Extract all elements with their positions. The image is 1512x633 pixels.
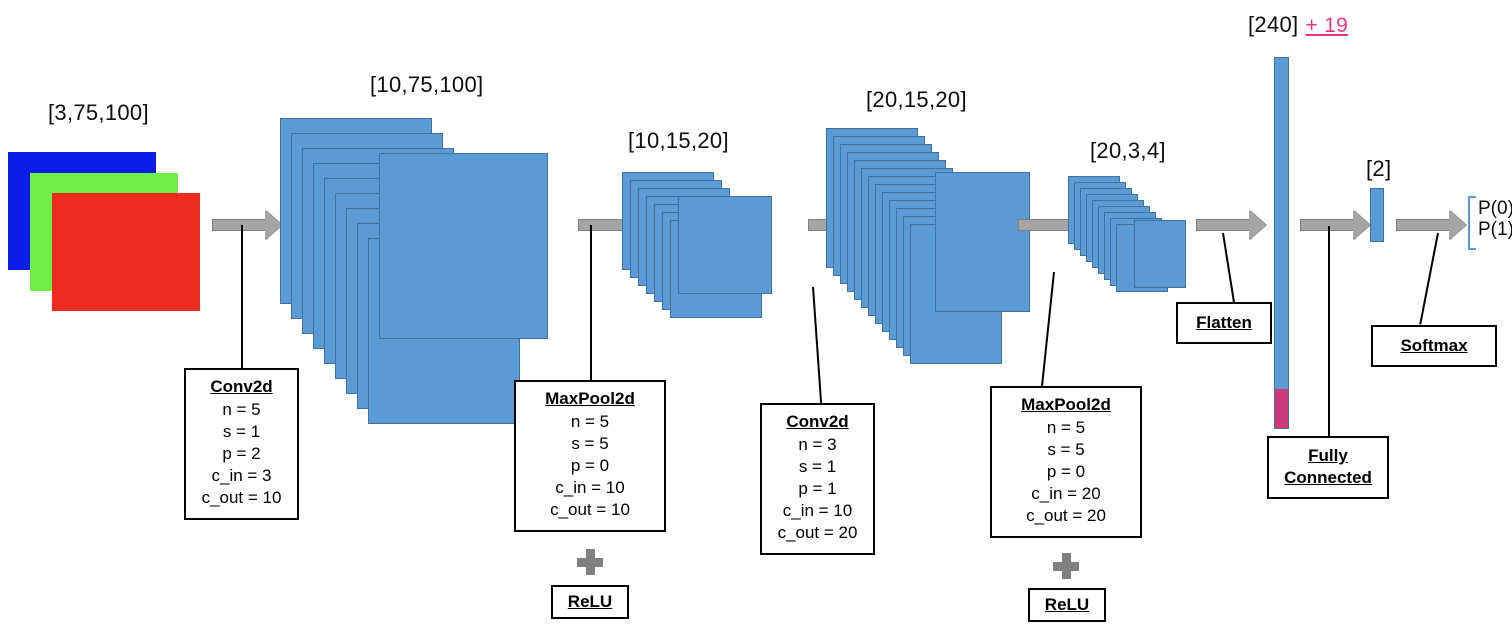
op-box-maxpool2d-2-title: MaxPool2d: [1021, 395, 1111, 414]
shape-label-fc-out: [2]: [1366, 158, 1391, 180]
op-box-maxpool2d-2-line-s: s = 5: [1047, 440, 1085, 460]
output-prob-1: P(1): [1478, 219, 1512, 241]
op-box-maxpool2d-1-line-p: p = 0: [570, 456, 610, 476]
op-box-fully-connected[interactable]: Fully Connected: [1267, 436, 1389, 500]
op-box-conv2d-2-line-cout: c_out = 20: [777, 523, 858, 543]
op-box-conv2d-1-title: Conv2d: [210, 377, 273, 396]
op-box-conv2d-1[interactable]: Conv2d n = 5 s = 1 p = 2 c_in = 3 c_out …: [184, 368, 299, 520]
output-probabilities: P(0) P(1): [1478, 198, 1512, 241]
op-box-conv2d-2-title: Conv2d: [786, 412, 849, 431]
flatten-vector-bar-main: [1275, 58, 1288, 391]
op-box-maxpool2d-2-line-p: p = 0: [1046, 462, 1086, 482]
op-box-relu-2-title: ReLU: [1044, 595, 1090, 614]
leader-line-maxpool2d-2: [1040, 271, 1055, 390]
arrow-fc-to-output: [1396, 210, 1466, 240]
shape-label-pool2-out-text: [20,3,4]: [1090, 138, 1166, 163]
op-box-conv2d-2[interactable]: Conv2d n = 3 s = 1 p = 1 c_in = 10 c_out…: [760, 403, 875, 555]
op-box-fully-connected-title: Fully Connected: [1279, 445, 1377, 489]
op-box-maxpool2d-2[interactable]: MaxPool2d n = 5 s = 5 p = 0 c_in = 20 c_…: [990, 386, 1142, 538]
output-bracket: [1468, 196, 1476, 250]
shape-label-pool1-out: [10,15,20]: [628, 130, 729, 152]
shape-label-pool1-out-text: [10,15,20]: [628, 128, 729, 153]
op-box-maxpool2d-2-line-n: n = 5: [1046, 418, 1086, 438]
op-box-fully-connected-title-line1: Fully: [1308, 446, 1348, 465]
shape-label-input-text: [3,75,100]: [48, 100, 149, 125]
shape-label-conv2-out: [20,15,20]: [866, 89, 967, 111]
leader-line-softmax: [1419, 232, 1439, 325]
shape-label-input: [3,75,100]: [48, 102, 149, 124]
op-box-maxpool2d-2-line-cin: c_in = 20: [1031, 484, 1101, 504]
op-box-conv2d-1-line-cin: c_in = 3: [211, 466, 272, 486]
op-box-maxpool2d-1-title: MaxPool2d: [545, 389, 635, 408]
op-box-conv2d-2-line-s: s = 1: [798, 457, 837, 477]
shape-label-conv2-out-text: [20,15,20]: [866, 87, 967, 112]
op-box-conv2d-2-line-p: p = 1: [798, 479, 837, 499]
leader-line-fully-connected: [1328, 226, 1330, 441]
fc-output-bar: [1370, 188, 1384, 242]
op-box-conv2d-1-line-p: p = 2: [222, 444, 261, 464]
op-box-conv2d-1-line-n: n = 5: [222, 400, 261, 420]
shape-label-flatten-extra: + 19: [1305, 14, 1349, 37]
arrow-pool2-to-flatten: [1196, 210, 1266, 240]
leader-line-flatten: [1222, 232, 1235, 305]
op-box-conv2d-1-line-s: s = 1: [222, 422, 261, 442]
shape-label-conv1-out: [10,75,100]: [370, 74, 483, 96]
plus-icon-1: [577, 549, 603, 575]
op-box-relu-1[interactable]: ReLU: [551, 585, 629, 620]
op-box-conv2d-1-line-cout: c_out = 10: [201, 488, 282, 508]
op-box-relu-1-title: ReLU: [567, 592, 613, 611]
op-box-maxpool2d-1-line-s: s = 5: [571, 434, 609, 454]
plus-icon-2: [1053, 553, 1079, 579]
leader-line-maxpool2d-1: [590, 225, 592, 382]
arrow-flatten-to-fc: [1300, 210, 1370, 240]
op-box-maxpool2d-1-line-cout: c_out = 10: [550, 500, 630, 520]
op-box-maxpool2d-2-line-cout: c_out = 20: [1026, 506, 1106, 526]
op-box-maxpool2d-1[interactable]: MaxPool2d n = 5 s = 5 p = 0 c_in = 10 c_…: [514, 380, 666, 532]
op-box-maxpool2d-1-line-cin: c_in = 10: [555, 478, 625, 498]
op-box-flatten[interactable]: Flatten: [1176, 302, 1272, 345]
flatten-vector-bar: [1274, 57, 1289, 429]
leader-line-conv2d-1: [241, 225, 243, 370]
op-box-maxpool2d-1-line-n: n = 5: [570, 412, 610, 432]
shape-label-conv1-out-text: [10,75,100]: [370, 72, 484, 97]
shape-label-flatten-out-text: [240]: [1248, 12, 1299, 37]
op-box-conv2d-2-line-cin: c_in = 10: [782, 501, 853, 521]
op-box-softmax[interactable]: Softmax: [1371, 325, 1497, 368]
input-plane-red: [52, 193, 200, 311]
shape-label-pool2-out: [20,3,4]: [1090, 140, 1166, 162]
op-box-relu-2[interactable]: ReLU: [1028, 588, 1106, 623]
shape-label-fc-out-text: [2]: [1366, 156, 1392, 181]
op-box-flatten-title: Flatten: [1196, 313, 1252, 332]
leader-line-conv2d-2: [812, 286, 822, 405]
op-box-softmax-title: Softmax: [1400, 336, 1468, 355]
cnn-architecture-diagram: [3,75,100] [10,75,100] [10,15,20] [20,15…: [0, 0, 1512, 633]
arrow-input-to-conv1: [212, 210, 282, 240]
op-box-conv2d-2-line-n: n = 3: [798, 435, 837, 455]
output-prob-0: P(0): [1478, 198, 1512, 219]
shape-label-flatten-out: [240] + 19: [1248, 12, 1349, 37]
flatten-vector-bar-extra: [1275, 389, 1288, 428]
op-box-fully-connected-title-line2: Connected: [1284, 468, 1372, 488]
